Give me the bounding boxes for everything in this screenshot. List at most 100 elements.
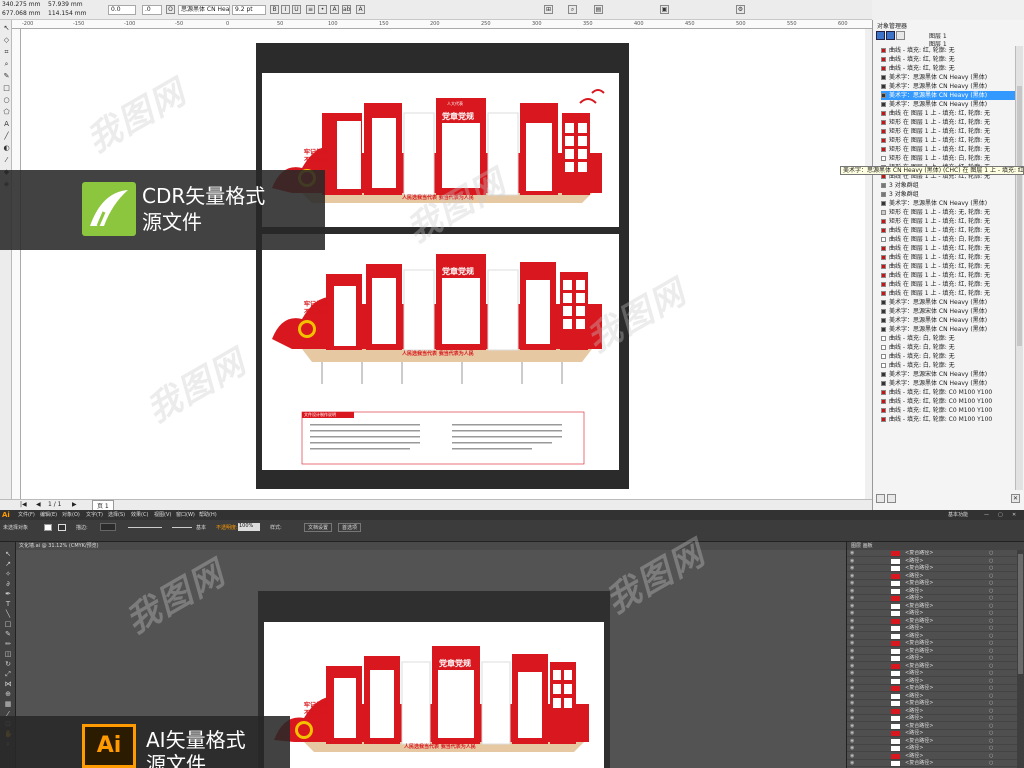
target-icon[interactable]: ○	[989, 625, 993, 632]
object-row[interactable]: 美术字：思源黑体 CN Heavy (黑体)	[881, 199, 1021, 208]
target-icon[interactable]: ○	[989, 558, 993, 565]
object-row[interactable]: 矩形 在 图层 1 上 - 填充: 红, 轮廓: 无	[881, 136, 1021, 145]
object-row[interactable]: 美术字：思源黑体 CN Heavy (黑体)	[881, 379, 1021, 388]
layer-row[interactable]: ◉ <路径> ○	[847, 633, 1017, 640]
target-icon[interactable]: ○	[989, 730, 993, 737]
menu-effect[interactable]: 效果(C)	[131, 510, 148, 520]
object-row[interactable]: 美术字：思源黑体 CN Heavy (黑体)	[881, 91, 1021, 100]
eye-icon[interactable]: ◉	[850, 745, 854, 752]
workspace-switcher[interactable]: 基本功能	[948, 510, 968, 520]
document-setup-button[interactable]: 文档设置	[304, 523, 333, 532]
menu-view[interactable]: 视图(V)	[154, 510, 171, 520]
polygon-tool-icon[interactable]: ⬠	[2, 108, 11, 117]
eye-icon[interactable]: ◉	[850, 685, 854, 692]
layer-view-icon[interactable]	[886, 31, 895, 40]
object-row[interactable]: 曲线 在 图层 1 上 - 填充: 红, 轮廓: 无	[881, 262, 1021, 271]
scale-tool-icon[interactable]: ⤢	[4, 670, 12, 678]
layer-row[interactable]: ◉ <复合路径> ○	[847, 640, 1017, 647]
eye-icon[interactable]: ◉	[850, 625, 854, 632]
object-row[interactable]: 曲线 在 图层 1 上 - 填充: 红, 轮廓: 无	[881, 280, 1021, 289]
eye-icon[interactable]: ◉	[850, 610, 854, 617]
eye-icon[interactable]: ◉	[850, 640, 854, 647]
maximize-icon[interactable]: ▢	[998, 510, 1003, 520]
rectangle-tool-icon[interactable]: □	[2, 84, 11, 93]
layer-row[interactable]: ◉ <复合路径> ○	[847, 618, 1017, 625]
eye-icon[interactable]: ◉	[850, 588, 854, 595]
object-row[interactable]: 美术字：思源黑体 CN Heavy (黑体)	[881, 82, 1021, 91]
shape-tool-icon[interactable]: ◇	[2, 36, 11, 45]
direct-selection-tool-icon[interactable]: ↗	[4, 560, 12, 568]
object-row[interactable]: 曲线 - 填充: 白, 轮廓: 无	[881, 343, 1021, 352]
target-icon[interactable]: ○	[989, 588, 993, 595]
font-name-dropdown[interactable]: 思源黑体 CN Heavy	[178, 5, 230, 15]
crop-tool-icon[interactable]: ⌗	[2, 48, 11, 57]
target-icon[interactable]: ○	[989, 715, 993, 722]
fill-swatch[interactable]	[44, 524, 52, 531]
align-icon[interactable]: ≡	[306, 5, 315, 14]
layer-row[interactable]: ◉ <复合路径> ○	[847, 700, 1017, 707]
eye-icon[interactable]: ◉	[850, 738, 854, 745]
object-row[interactable]: 曲线 - 填充: 红, 轮廓: 无	[881, 55, 1021, 64]
layer-row[interactable]: ◉ <路径> ○	[847, 588, 1017, 595]
pencil-tool-icon[interactable]: ✏	[4, 640, 12, 648]
object-row[interactable]: 矩形 在 图层 1 上 - 填充: 红, 轮廓: 无	[881, 217, 1021, 226]
layer-row[interactable]: ◉ <复合路径> ○	[847, 550, 1017, 557]
shape-builder-tool-icon[interactable]: ⊕	[4, 690, 12, 698]
drawing-canvas[interactable]: 牢记使命 不忘初心 人大代表 党章党规 人民选我当代表 我当代表为人民 牢记使命…	[21, 29, 865, 499]
layer-row[interactable]: ◉ <复合路径> ○	[847, 648, 1017, 655]
layer-row[interactable]: ◉ <复合路径> ○	[847, 663, 1017, 670]
rotation-field[interactable]: 0.0	[108, 5, 136, 15]
type-tool-icon[interactable]: T	[4, 600, 12, 608]
object-row[interactable]: 美术字：思源宋体 CN Heavy (黑体)	[881, 307, 1021, 316]
object-row[interactable]: 曲线 在 图层 1 上 - 填充: 红, 轮廓: 无	[881, 253, 1021, 262]
target-icon[interactable]: ○	[989, 723, 993, 730]
object-row[interactable]: 矩形 在 图层 1 上 - 填充: 红, 轮廓: 无	[881, 145, 1021, 154]
width-field[interactable]: 57.939 mm	[48, 1, 83, 9]
effect-tool-icon[interactable]: ◐	[2, 144, 11, 153]
eye-icon[interactable]: ◉	[850, 558, 854, 565]
layer-row[interactable]: ◉ <路径> ○	[847, 693, 1017, 700]
italic-icon[interactable]: I	[281, 5, 290, 14]
eye-icon[interactable]: ◉	[850, 723, 854, 730]
object-row[interactable]: 曲线 在 图层 1 上 - 填充: 红, 轮廓: 无	[881, 226, 1021, 235]
object-row[interactable]: 曲线 在 图层 1 上 - 填充: 白, 轮廓: 无	[881, 235, 1021, 244]
stroke-weight-field[interactable]	[100, 523, 116, 531]
object-row[interactable]: 曲线 - 填充: 红, 轮廓: C0 M100 Y100	[881, 397, 1021, 406]
target-icon[interactable]: ○	[989, 618, 993, 625]
rotate-tool-icon[interactable]: ↻	[4, 660, 12, 668]
eye-icon[interactable]: ◉	[850, 618, 854, 625]
layer-row[interactable]: ◉ <路径> ○	[847, 670, 1017, 677]
target-icon[interactable]: ○	[989, 595, 993, 602]
eye-icon[interactable]: ◉	[850, 760, 854, 767]
layer-row[interactable]: ◉ <路径> ○	[847, 610, 1017, 617]
freehand-tool-icon[interactable]: ✎	[2, 72, 11, 81]
brush-definition[interactable]	[172, 527, 192, 528]
first-page-icon[interactable]: |◀	[20, 501, 27, 508]
text-tool-icon[interactable]: A	[2, 120, 11, 129]
ellipse-tool-icon[interactable]: ○	[2, 96, 11, 105]
minimize-icon[interactable]: —	[984, 510, 989, 520]
target-icon[interactable]: ○	[989, 693, 993, 700]
lasso-tool-icon[interactable]: ∂	[4, 580, 12, 588]
font-size-dropdown[interactable]: 9.2 pt	[232, 5, 266, 15]
selection-tool-icon[interactable]: ↖	[4, 550, 12, 558]
layer-row[interactable]: ◉ <复合路径> ○	[847, 760, 1017, 767]
menu-select[interactable]: 选择(S)	[108, 510, 125, 520]
edit-text-icon[interactable]: ab	[342, 5, 351, 14]
new-layer-icon[interactable]	[876, 494, 885, 503]
eye-icon[interactable]: ◉	[850, 603, 854, 610]
menu-file[interactable]: 文件(F)	[18, 510, 35, 520]
object-row[interactable]: 3 对象群组	[881, 190, 1021, 199]
target-icon[interactable]: ○	[989, 678, 993, 685]
magic-wand-tool-icon[interactable]: ✧	[4, 570, 12, 578]
object-row[interactable]: 曲线 - 填充: 红, 轮廓: C0 M100 Y100	[881, 406, 1021, 415]
target-icon[interactable]: ○	[989, 633, 993, 640]
font-icon[interactable]: O	[166, 5, 175, 14]
object-row[interactable]: 矩形 在 图层 1 上 - 填充: 白, 轮廓: 无	[881, 154, 1021, 163]
object-row[interactable]: 美术字：思源宋体 CN Heavy (黑体)	[881, 370, 1021, 379]
eye-icon[interactable]: ◉	[850, 595, 854, 602]
menu-type[interactable]: 文字(T)	[86, 510, 103, 520]
object-row[interactable]: 美术字：思源黑体 CN Heavy (黑体)	[881, 73, 1021, 82]
new-master-layer-icon[interactable]	[887, 494, 896, 503]
target-icon[interactable]: ○	[989, 550, 993, 557]
